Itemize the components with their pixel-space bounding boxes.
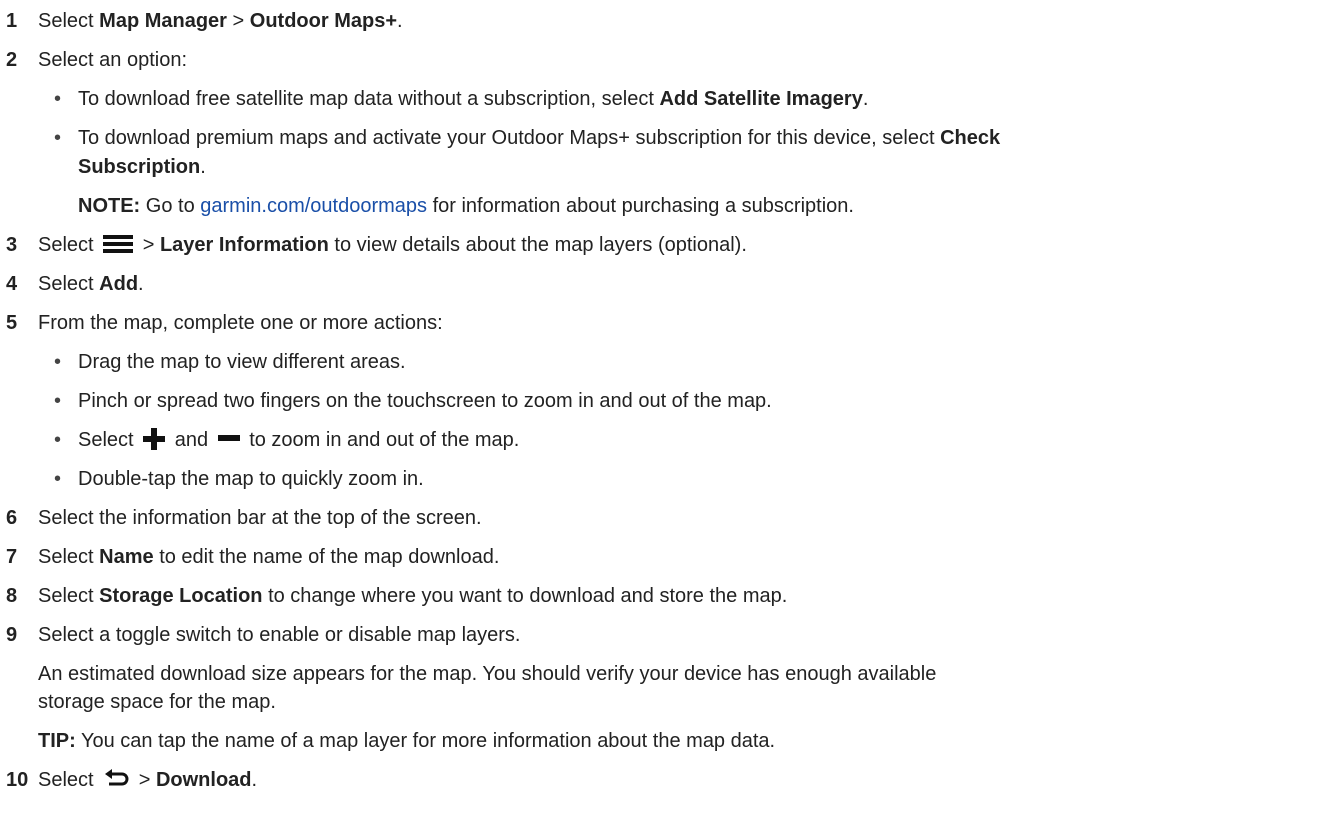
- option-name: Name: [99, 546, 154, 568]
- step-text: Select: [38, 273, 100, 295]
- step-number: 2: [6, 49, 18, 71]
- list-item-text: Drag the map to view different areas.: [78, 351, 406, 373]
- step-text: Select a toggle switch to enable or disa…: [38, 624, 521, 646]
- list-item-text: To download free satellite map data with…: [78, 88, 660, 110]
- step-text: Select: [38, 234, 100, 256]
- instructions-page: 1 Select Map Manager > Outdoor Maps+. 2 …: [0, 0, 1322, 815]
- step-text: Select: [38, 585, 100, 607]
- menu-icon: [103, 234, 134, 254]
- menu-outdoor-maps: Outdoor Maps+: [249, 10, 397, 32]
- list-item-text: To download premium maps and activate yo…: [78, 127, 941, 149]
- separator: >: [133, 769, 156, 791]
- button-add: Add: [99, 273, 139, 295]
- option-download: Download: [155, 769, 252, 791]
- step-number: 1: [6, 10, 18, 32]
- step-number: 6: [6, 507, 18, 529]
- separator: >: [137, 234, 160, 256]
- menu-map-manager: Map Manager: [99, 10, 227, 32]
- step-text: Select an option:: [38, 49, 187, 71]
- step-text: From the map, complete one or more actio…: [38, 312, 443, 334]
- step-text: Select the information bar at the top of…: [38, 507, 482, 529]
- garmin-outdoormaps-link[interactable]: garmin.com/outdoormaps: [200, 195, 427, 217]
- list-item-text: Pinch or spread two fingers on the touch…: [78, 390, 772, 412]
- step-text: Select: [38, 769, 100, 791]
- bullet: •: [54, 351, 62, 373]
- plus-icon: [143, 427, 166, 450]
- list-item-text-end: to zoom in and out of the map.: [243, 429, 520, 451]
- back-icon: [103, 767, 129, 789]
- list-item-text: and: [169, 429, 214, 451]
- bullet: •: [54, 468, 62, 490]
- note-text-end: for information about purchasing a subsc…: [427, 195, 854, 217]
- option-storage-location: Storage Location: [99, 585, 263, 607]
- paragraph-text: storage space for the map.: [38, 691, 276, 713]
- step-number: 3: [6, 234, 18, 256]
- tip-label: TIP:: [38, 730, 76, 752]
- note-text: Go to: [140, 195, 201, 217]
- bullet: •: [54, 429, 62, 451]
- step-number: 8: [6, 585, 18, 607]
- note-label: NOTE:: [78, 195, 141, 217]
- minus-icon: [217, 434, 240, 441]
- step-text-end: .: [138, 273, 144, 295]
- step-text-end: to change where you want to download and…: [262, 585, 788, 607]
- option-check-subscription-cont: Subscription: [78, 156, 201, 178]
- step-number: 5: [6, 312, 18, 334]
- bullet: •: [54, 88, 62, 110]
- step-text-end: .: [251, 769, 258, 791]
- step-number: 7: [6, 546, 18, 568]
- list-item-text-end: .: [862, 88, 869, 110]
- option-add-satellite-imagery: Add Satellite Imagery: [659, 88, 863, 110]
- paragraph-text: An estimated download size appears for t…: [38, 663, 937, 685]
- list-item-text-end: .: [200, 156, 206, 178]
- separator: >: [226, 10, 250, 32]
- list-item-text: Select: [78, 429, 140, 451]
- step-text-end: .: [397, 10, 403, 32]
- step-number: 10: [6, 769, 29, 791]
- step-text-end: to edit the name of the map download.: [153, 546, 500, 568]
- menu-layer-information: Layer Information: [159, 234, 329, 256]
- step-text-end: to view details about the map layers (op…: [328, 234, 747, 256]
- bullet: •: [54, 127, 62, 149]
- list-item-text: Double-tap the map to quickly zoom in.: [78, 468, 424, 490]
- bullet: •: [54, 390, 62, 412]
- step-text: Select: [38, 10, 100, 32]
- step-number: 4: [6, 273, 18, 295]
- step-text: Select: [38, 546, 100, 568]
- step-number: 9: [6, 624, 18, 646]
- tip-text: You can tap the name of a map layer for …: [75, 730, 776, 752]
- option-check-subscription: Check: [940, 127, 1001, 149]
